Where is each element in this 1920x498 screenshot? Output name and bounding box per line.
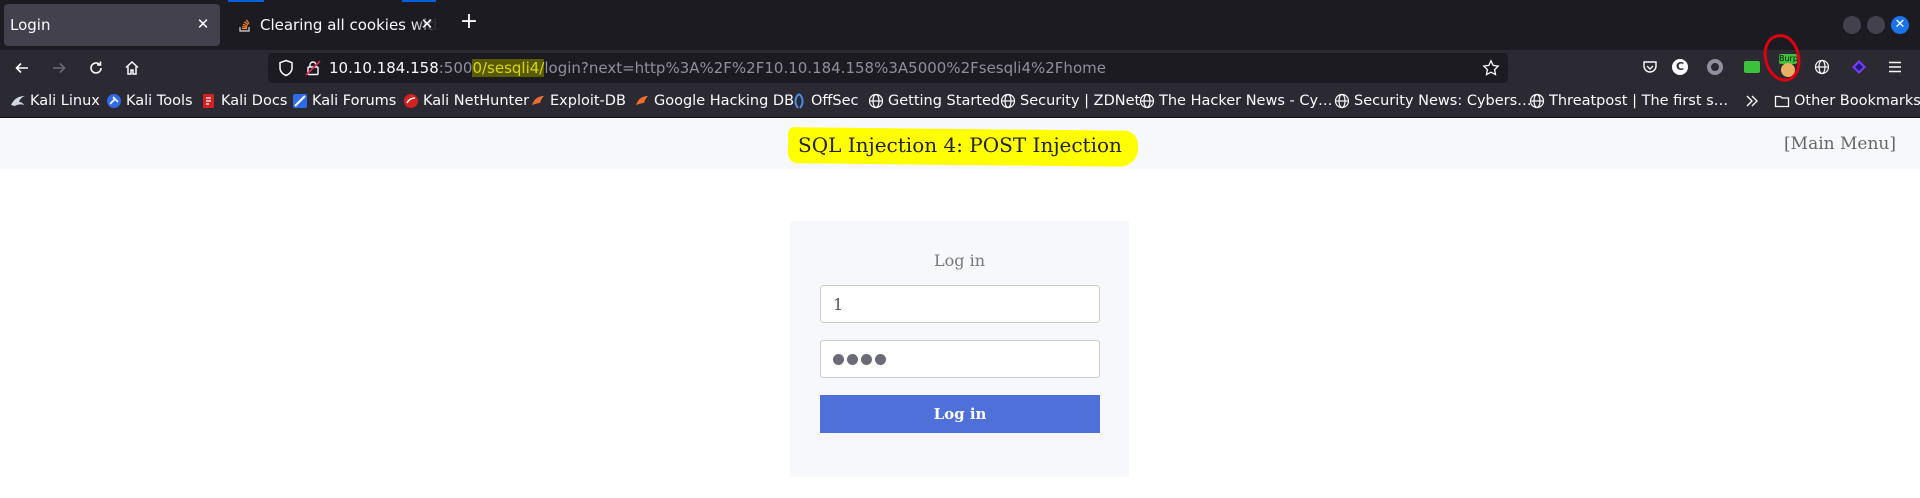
settings-extension-icon[interactable] xyxy=(1705,57,1725,77)
tab-indicator xyxy=(228,0,264,2)
burp-extension-icon[interactable]: Burp xyxy=(1778,54,1798,77)
back-arrow-icon xyxy=(15,62,28,74)
address-bar[interactable]: 10.10.184.158:5000/sesqli4/login?next=ht… xyxy=(268,53,1508,83)
maximize-window-button[interactable] xyxy=(1867,16,1885,34)
page-title: SQL Injection 4: POST Injection xyxy=(798,133,1122,157)
username-value: 1 xyxy=(833,294,844,314)
bookmark-zdnet[interactable]: Security | ZDNet xyxy=(1000,92,1140,110)
bookmark-threatpost[interactable]: Threatpost | The first s… xyxy=(1529,92,1728,110)
back-button[interactable] xyxy=(8,54,36,82)
login-button[interactable]: Log in xyxy=(820,395,1100,433)
tab-indicator xyxy=(402,0,436,2)
username-field[interactable]: 1 xyxy=(820,285,1100,323)
main-menu-link[interactable]: [Main Menu] xyxy=(1784,134,1896,154)
kali-forums-icon xyxy=(293,94,307,108)
bookmark-kali-tools[interactable]: Kali Tools xyxy=(106,92,193,110)
page-header: SQL Injection 4: POST Injection [Main Me… xyxy=(0,119,1920,169)
kali-dragon-icon xyxy=(11,96,25,106)
folder-icon xyxy=(1774,95,1790,108)
url-port: :500 xyxy=(438,59,473,77)
tab-clearing-cookies[interactable]: Clearing all cookies with JavaScript ✕ xyxy=(228,4,444,46)
close-window-button[interactable]: ✕ xyxy=(1891,16,1909,34)
purple-extension-icon[interactable] xyxy=(1849,57,1869,77)
shield-icon[interactable] xyxy=(277,59,295,77)
bookmark-exploit-db[interactable]: Exploit-DB xyxy=(530,92,626,110)
url-text[interactable]: 10.10.184.158:5000/sesqli4/login?next=ht… xyxy=(329,59,1106,77)
login-heading: Log in xyxy=(933,251,985,270)
c-extension-icon[interactable]: C xyxy=(1670,57,1690,77)
nethunter-icon xyxy=(404,94,418,108)
tab-login[interactable]: Login ✕ xyxy=(4,4,220,46)
menu-icon[interactable] xyxy=(1885,57,1905,77)
home-icon xyxy=(125,60,139,75)
bookmark-hacker-news[interactable]: The Hacker News - Cy… xyxy=(1139,92,1333,110)
bookmarks-toolbar: Kali Linux Kali Tools Kali Docs Kali For… xyxy=(0,84,1920,118)
password-dot xyxy=(861,353,872,365)
bookmark-kali-linux[interactable]: Kali Linux xyxy=(10,92,100,110)
globe-extension-icon[interactable] xyxy=(1812,57,1832,77)
stackoverflow-icon xyxy=(239,19,250,32)
pocket-icon[interactable] xyxy=(1640,57,1660,77)
bookmark-google-hacking-db[interactable]: Google Hacking DB xyxy=(634,92,794,110)
password-dots xyxy=(833,353,886,365)
reload-button[interactable] xyxy=(82,54,110,82)
offsec-icon xyxy=(794,93,804,109)
login-form: Log in 1 Log in xyxy=(790,221,1129,477)
password-dot xyxy=(847,353,858,365)
new-tab-button[interactable]: + xyxy=(458,11,480,34)
close-tab-icon[interactable]: ✕ xyxy=(194,15,212,33)
url-rest: login?next=http%3A%2F%2F10.10.184.158%3A… xyxy=(544,59,1106,77)
tab-strip: Login ✕ Clearing all cookies with JavaSc… xyxy=(0,0,1920,50)
globe-icon xyxy=(1529,93,1545,109)
insecure-lock-icon[interactable] xyxy=(305,60,321,76)
bookmark-kali-forums[interactable]: Kali Forums xyxy=(292,92,396,110)
bookmark-star-icon[interactable] xyxy=(1482,59,1500,77)
bookmark-kali-docs[interactable]: Kali Docs xyxy=(201,92,287,110)
bookmark-security-news[interactable]: Security News: Cybers… xyxy=(1334,92,1532,110)
kali-tools-icon xyxy=(107,94,121,108)
home-button[interactable] xyxy=(118,54,146,82)
other-bookmarks[interactable]: Other Bookmarks xyxy=(1774,92,1920,110)
close-tab-icon[interactable]: ✕ xyxy=(418,15,436,33)
password-dot xyxy=(833,353,844,365)
globe-icon xyxy=(1334,93,1350,109)
navigation-toolbar: 10.10.184.158:5000/sesqli4/login?next=ht… xyxy=(0,50,1920,84)
forward-button[interactable] xyxy=(45,54,73,82)
url-highlighted-path: 0/sesqli4/ xyxy=(472,59,545,77)
globe-icon xyxy=(1000,93,1016,109)
ghdb-icon xyxy=(636,96,648,105)
tab-title: Clearing all cookies with JavaScript xyxy=(260,16,438,34)
bookmark-offsec[interactable]: OffSec xyxy=(791,92,859,110)
password-dot xyxy=(875,353,886,365)
green-extension-icon[interactable] xyxy=(1742,57,1762,77)
reload-icon xyxy=(90,61,102,74)
exploit-db-icon xyxy=(532,96,544,105)
password-field[interactable] xyxy=(820,340,1100,378)
page-content: SQL Injection 4: POST Injection [Main Me… xyxy=(0,119,1920,498)
url-host: 10.10.184.158 xyxy=(329,59,439,77)
forward-arrow-icon xyxy=(53,62,66,74)
tab-title: Login xyxy=(10,16,51,34)
globe-icon xyxy=(868,93,884,109)
bookmark-getting-started[interactable]: Getting Started xyxy=(868,92,1000,110)
minimize-window-button[interactable] xyxy=(1843,16,1861,34)
bookmark-kali-nethunter[interactable]: Kali NetHunter xyxy=(403,92,529,110)
globe-icon xyxy=(1139,93,1155,109)
kali-docs-icon xyxy=(203,94,214,108)
more-bookmarks-chevron-icon[interactable] xyxy=(1745,92,1759,110)
